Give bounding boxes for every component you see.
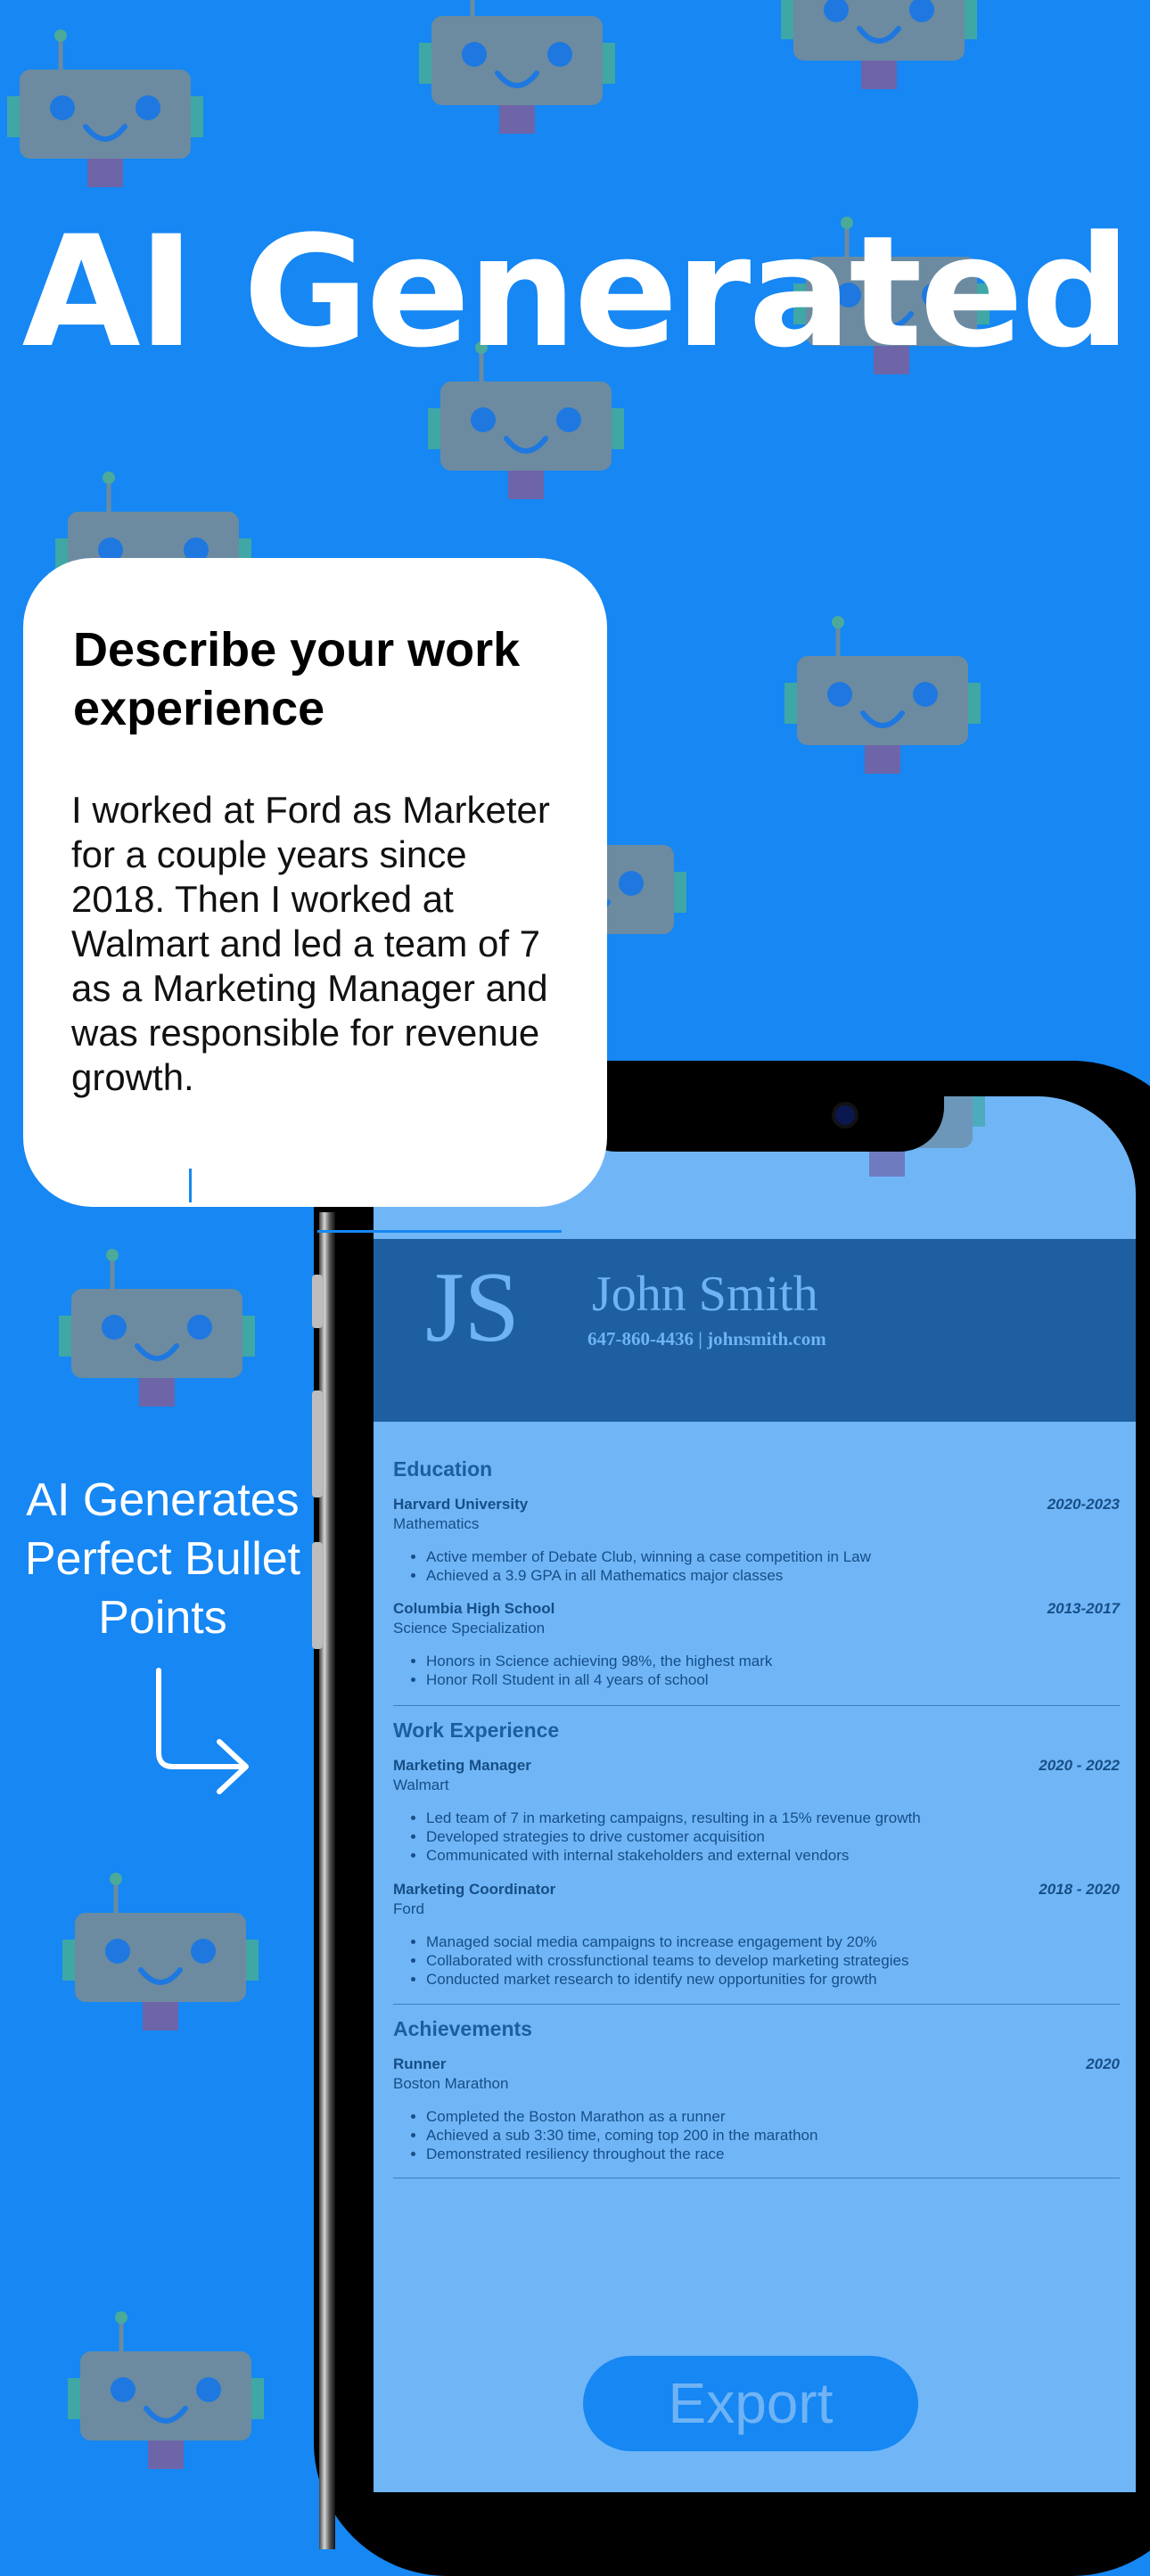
- section-heading-education: Education: [393, 1457, 493, 1481]
- bullet-point: Demonstrated resiliency throughout the r…: [426, 2145, 1120, 2163]
- robot-icon: [62, 1873, 259, 2030]
- resume-entry: Columbia High School 2013-2017 Science S…: [393, 1600, 1120, 1689]
- prompt-text[interactable]: I worked at Ford as Marketer for a coupl…: [71, 788, 593, 1100]
- arrow-icon: [156, 1668, 249, 1794]
- entry-title: Runner: [393, 2055, 447, 2072]
- robot-icon: [59, 1249, 255, 1407]
- entry-title: Harvard University: [393, 1496, 529, 1513]
- entry-title: Marketing Coordinator: [393, 1881, 556, 1898]
- resume-entry: Marketing Manager 2020 - 2022 Walmart Le…: [393, 1757, 1120, 1865]
- entry-title: Marketing Manager: [393, 1757, 531, 1774]
- section-heading-work: Work Experience: [393, 1719, 560, 1742]
- bullet-point: Completed the Boston Marathon as a runne…: [426, 2107, 1120, 2126]
- bubble-underline: [317, 1230, 562, 1233]
- robot-icon: [7, 29, 203, 187]
- entry-subtitle: Science Specialization: [393, 1620, 546, 1637]
- bullet-point: Managed social media campaigns to increa…: [426, 1932, 1120, 1951]
- entry-date: 2013-2017: [1047, 1600, 1120, 1617]
- robot-icon: [781, 0, 977, 89]
- resume-initials: JS: [425, 1252, 520, 1363]
- text-cursor: [189, 1169, 192, 1202]
- entry-date: 2018 - 2020: [1039, 1881, 1120, 1898]
- robot-icon: [419, 0, 615, 134]
- phone-screen: JS John Smith 647-860-4436 | johnsmith.c…: [374, 1096, 1136, 2492]
- section-divider: [393, 1705, 1120, 1706]
- entry-date: 2020-2023: [1047, 1496, 1120, 1513]
- phone-button: [312, 1275, 323, 1328]
- entry-title: Columbia High School: [393, 1600, 555, 1617]
- resume-entry: Runner 2020 Boston Marathon Completed th…: [393, 2055, 1120, 2163]
- resume-header: JS John Smith 647-860-4436 | johnsmith.c…: [374, 1239, 1136, 1422]
- phone-camera: [835, 1105, 855, 1125]
- robot-icon: [68, 2311, 264, 2469]
- bullet-point: Communicated with internal stakeholders …: [426, 1846, 1120, 1865]
- section-heading-achievements: Achievements: [393, 2017, 532, 2040]
- phone-notch: [571, 1096, 944, 1152]
- bullet-point: Honors in Science achieving 98%, the hig…: [426, 1652, 1120, 1670]
- headline: AI Generated: [21, 202, 1131, 381]
- bullet-point: Collaborated with crossfunctional teams …: [426, 1951, 1120, 1970]
- bullet-point: Achieved a sub 3:30 time, coming top 200…: [426, 2126, 1120, 2145]
- resume-entry: Marketing Coordinator 2018 - 2020 Ford M…: [393, 1881, 1120, 1989]
- bullet-point: Conducted market research to identify ne…: [426, 1970, 1120, 1989]
- resume-entry: Harvard University 2020-2023 Mathematics…: [393, 1496, 1120, 1585]
- robot-icon: [784, 616, 981, 774]
- entry-subtitle: Walmart: [393, 1776, 449, 1793]
- side-caption: AI Generates Perfect Bullet Points: [24, 1474, 301, 1644]
- entry-subtitle: Ford: [393, 1900, 424, 1917]
- entry-subtitle: Mathematics: [393, 1515, 480, 1532]
- prompt-title: Describe your work experience: [73, 623, 521, 735]
- bullet-point: Achieved a 3.9 GPA in all Mathematics ma…: [426, 1566, 1120, 1585]
- entry-date: 2020: [1086, 2055, 1120, 2072]
- bullet-point: Developed strategies to drive customer a…: [426, 1827, 1120, 1846]
- bullet-point: Honor Roll Student in all 4 years of sch…: [426, 1670, 1120, 1689]
- entry-date: 2020 - 2022: [1039, 1757, 1120, 1774]
- resume-contact: 647-860-4436 | johnsmith.com: [587, 1328, 826, 1350]
- entry-subtitle: Boston Marathon: [393, 2075, 509, 2092]
- section-divider: [393, 2004, 1120, 2005]
- resume-name: John Smith: [592, 1267, 818, 1322]
- bullet-point: Active member of Debate Club, winning a …: [426, 1547, 1120, 1566]
- prompt-card[interactable]: Describe your work experience I worked a…: [23, 558, 607, 1207]
- bullet-point: Led team of 7 in marketing campaigns, re…: [426, 1809, 1120, 1827]
- export-button[interactable]: Export: [583, 2356, 918, 2451]
